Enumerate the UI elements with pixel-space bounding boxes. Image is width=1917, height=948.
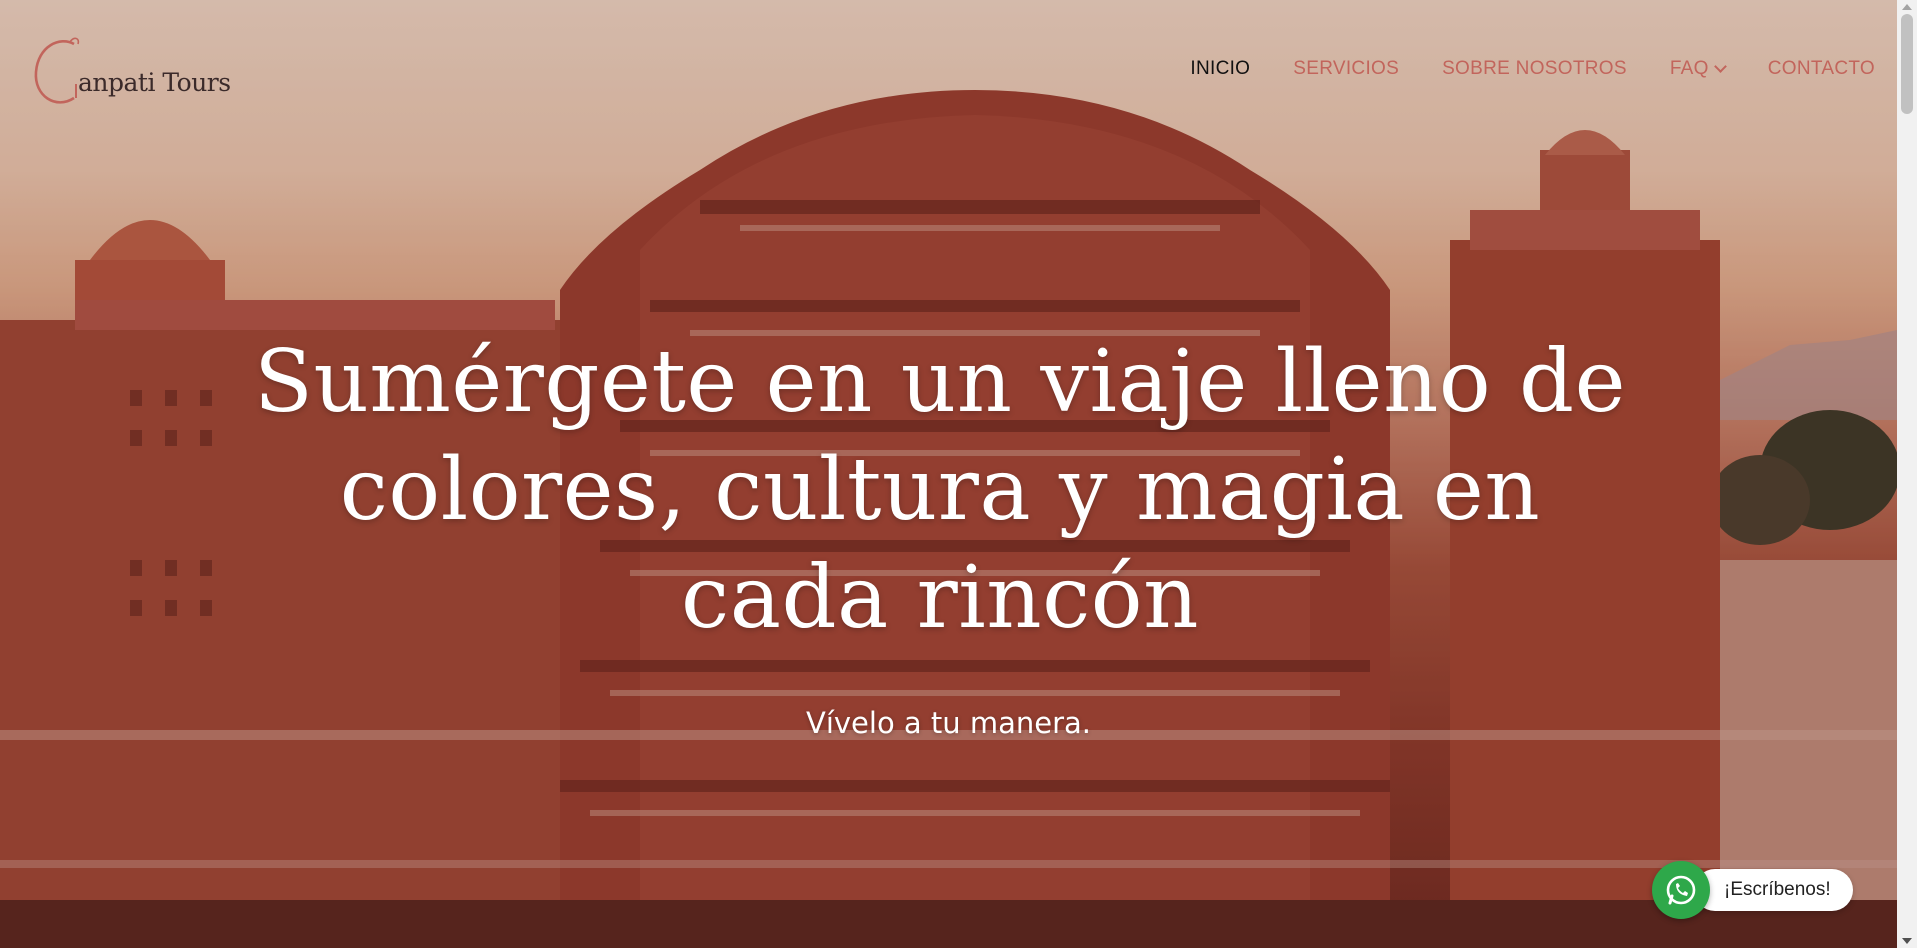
nav-sobre-nosotros[interactable]: SOBRE NOSOTROS: [1442, 58, 1627, 80]
chevron-down-icon: [1713, 60, 1727, 73]
nav-contacto[interactable]: CONTACTO: [1768, 58, 1875, 80]
nav-faq-label: FAQ: [1669, 58, 1709, 79]
site-logo[interactable]: anpati Tours: [30, 30, 231, 112]
scrollbar-thumb[interactable]: [1901, 14, 1913, 114]
whatsapp-button[interactable]: ¡Escríbenos!: [1652, 861, 1853, 919]
scroll-down-arrow-icon[interactable]: [1902, 938, 1912, 944]
nav-servicios[interactable]: SERVICIOS: [1293, 58, 1399, 80]
page-scrollbar[interactable]: [1897, 0, 1917, 948]
headline-line: Sumérgete en un viaje lleno de: [254, 332, 1626, 432]
hero-subheadline: Vívelo a tu manera.: [805, 706, 1092, 740]
main-nav: INICIO SERVICIOS SOBRE NOSOTROS FAQ CONT…: [1147, 58, 1875, 80]
scroll-up-arrow-icon[interactable]: [1902, 4, 1912, 10]
nav-inicio[interactable]: INICIO: [1190, 58, 1250, 80]
logo-text: anpati Tours: [78, 68, 231, 97]
whatsapp-icon: [1652, 861, 1710, 919]
hero-headline: Sumérgete en un viaje lleno de colores, …: [180, 328, 1700, 652]
nav-faq[interactable]: FAQ: [1669, 58, 1727, 80]
site-header: anpati Tours INICIO SERVICIOS SOBRE NOSO…: [0, 0, 1897, 140]
headline-line: cada rincón: [681, 548, 1199, 648]
whatsapp-label: ¡Escríbenos!: [1694, 869, 1853, 911]
headline-line: colores, cultura y magia en: [339, 440, 1541, 540]
